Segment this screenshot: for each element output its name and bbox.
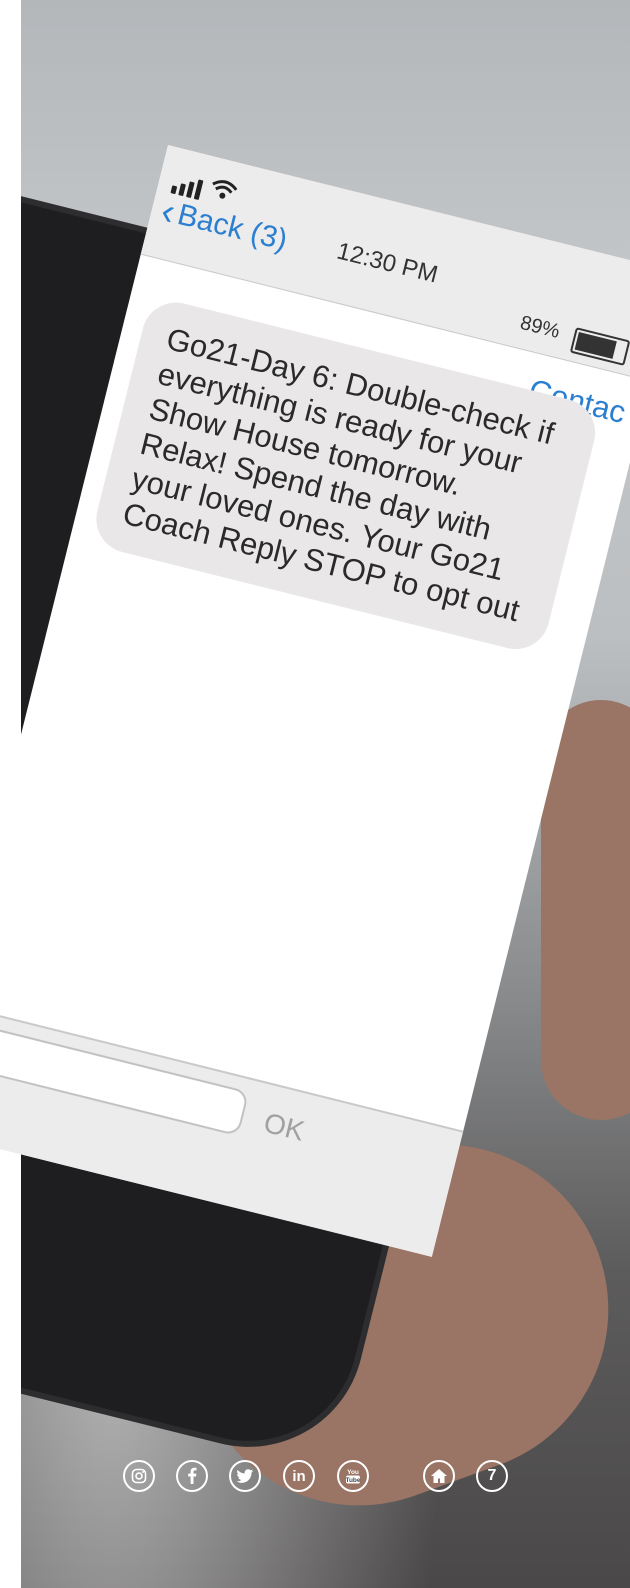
twitter-icon[interactable] — [229, 1460, 261, 1492]
youtube-icon[interactable]: You Tube — [337, 1460, 369, 1492]
page-number-label: 7 — [487, 1467, 497, 1484]
facebook-icon[interactable] — [176, 1460, 208, 1492]
instagram-icon[interactable] — [123, 1460, 155, 1492]
battery-percent: 89% — [517, 311, 563, 343]
message-input[interactable] — [0, 988, 250, 1137]
status-time: 12:30 PM — [334, 237, 441, 289]
send-button[interactable]: OK — [261, 1107, 308, 1148]
back-label: Back (3) — [174, 198, 291, 258]
page-number: 7 — [476, 1460, 508, 1492]
footer-social-bar: in You Tube 7 — [0, 1460, 630, 1500]
svg-text:You: You — [347, 1469, 359, 1476]
battery-icon — [569, 327, 630, 366]
linkedin-icon[interactable]: in — [283, 1460, 315, 1492]
svg-text:Tube: Tube — [345, 1477, 360, 1484]
home-icon[interactable] — [423, 1460, 455, 1492]
